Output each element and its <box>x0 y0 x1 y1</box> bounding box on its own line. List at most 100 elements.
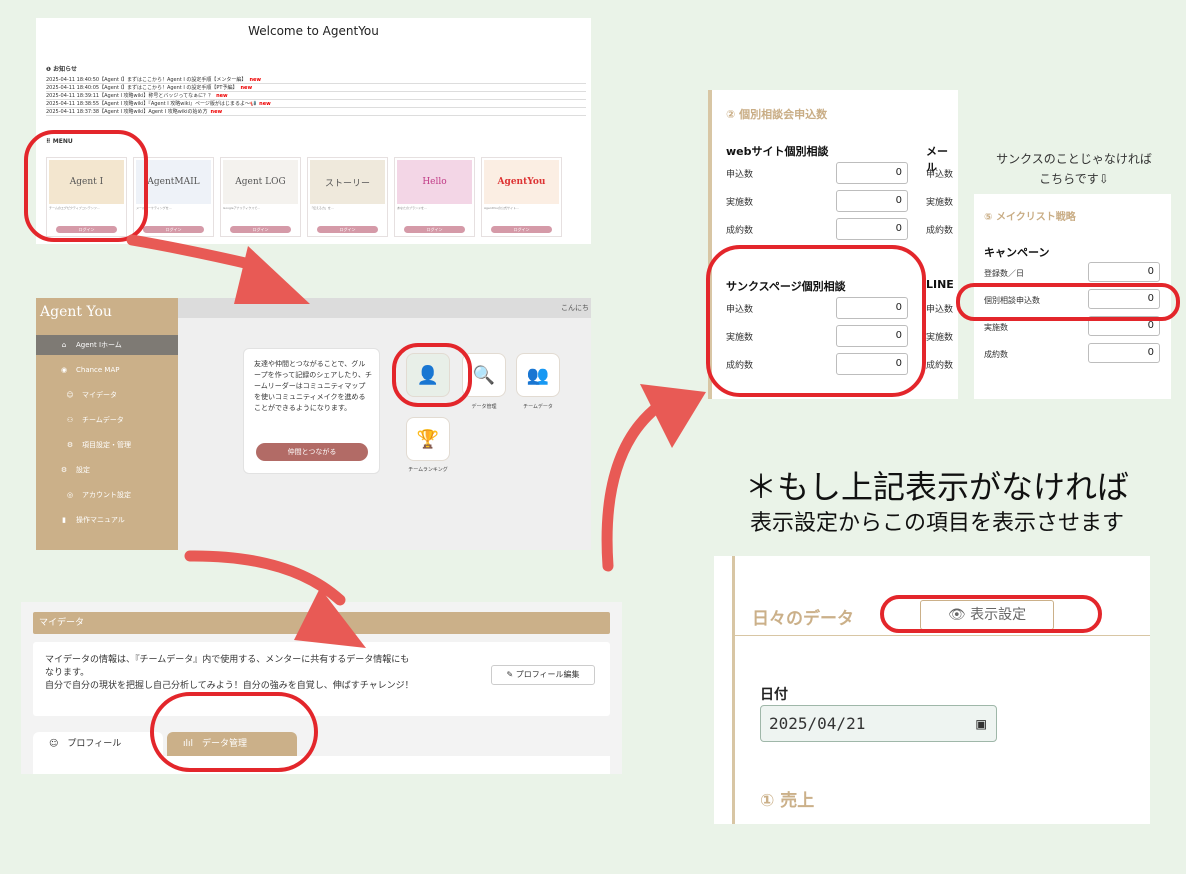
web-apply-input[interactable]: 0 <box>836 162 908 184</box>
menu-card-agentyou[interactable]: AgentYou AgentYouの公式サイト... ログイン <box>481 157 562 237</box>
mydata-info-card: マイデータの情報は、『チームデータ』内で使用する、メンターに共有するデータ情報に… <box>33 642 610 716</box>
web-consult-title: webサイト個別相談 <box>726 145 829 158</box>
mydata-panel: マイデータ マイデータの情報は、『チームデータ』内で使用する、メンターに共有する… <box>21 602 622 774</box>
intro-card: 友達や仲間とつながることで、グループを作って記録のシェアしたり、チームリーダーは… <box>243 348 380 474</box>
login-button[interactable]: ログイン <box>404 226 465 233</box>
app-logo: Agent You <box>40 304 112 320</box>
divider <box>734 635 1150 636</box>
highlight-ring <box>24 130 148 242</box>
top-bar: こんにち <box>178 298 591 318</box>
connect-button[interactable]: 仲間とつながる <box>256 443 368 461</box>
date-label: 日付 <box>760 687 788 703</box>
field-label: 実施数 <box>926 198 954 208</box>
menu-card-hello[interactable]: Hello あなたのブランドを... ログイン <box>394 157 475 237</box>
profile-edit-button[interactable]: ✎ プロフィール編集 <box>491 665 595 685</box>
tab-content <box>33 756 610 774</box>
highlight-ring <box>392 343 472 407</box>
portal-welcome-title: Welcome to AgentYou <box>248 24 379 38</box>
mydata-header: マイデータ <box>33 612 610 634</box>
sidebar-item-settings-manage[interactable]: ⚙ 項目設定・管理 <box>36 435 178 455</box>
card-image: AgentYou <box>484 160 559 204</box>
app-home-panel: Agent You ⌂ Agent Iホーム ◉ Chance MAP ☺ マイデータ… <box>36 298 591 550</box>
smile-icon: ☺ <box>66 391 74 399</box>
gear-icon: ⚙ <box>60 466 68 474</box>
field-label: 成約数 <box>926 361 954 371</box>
map-icon: ◉ <box>60 366 68 374</box>
tile-caption: データ管理 <box>471 404 497 410</box>
registrations-input[interactable]: 0 <box>1088 262 1160 282</box>
team-ranking-tile[interactable]: 🏆 <box>406 417 450 461</box>
highlight-ring <box>706 245 926 397</box>
sidebar-item-settings[interactable]: ⚙ 設定 <box>36 460 178 480</box>
sidebar-item-chance-map[interactable]: ◉ Chance MAP <box>36 360 178 380</box>
card-image: Agent LOG <box>223 160 298 204</box>
field-label: 成約数 <box>726 226 754 236</box>
field-label: 申込数 <box>726 170 754 180</box>
card-image: Hello <box>397 160 472 204</box>
sidebar: Agent You ⌂ Agent Iホーム ◉ Chance MAP ☺ マイデータ… <box>36 298 178 550</box>
field-label: 申込数 <box>926 170 954 180</box>
sidebar-item-account[interactable]: ◎ アカウント設定 <box>36 485 178 505</box>
daily-data-title: 日々のデータ <box>752 609 854 629</box>
line-consult-title: LINE <box>926 278 954 291</box>
web-closed-input[interactable]: 0 <box>836 218 908 240</box>
mydata-description: マイデータの情報は、『チームデータ』内で使用する、メンターに共有するデータ情報に… <box>45 655 414 691</box>
pencil-icon: ✎ <box>506 670 516 679</box>
greeting-text: こんにち <box>561 304 589 312</box>
card-desc: あなたのブランドを... <box>397 206 427 210</box>
book-icon: ▮ <box>62 516 66 524</box>
field-label: 申込数 <box>926 305 954 315</box>
trophy-icon: 🏆 <box>416 428 440 450</box>
section-title: ② 個別相談会申込数 <box>726 108 828 121</box>
account-icon: ◎ <box>66 491 74 499</box>
highlight-ring <box>956 283 1180 321</box>
team-org-icon: 👥 <box>526 364 550 386</box>
gear-icon: ⚙ <box>66 441 74 449</box>
field-label: 実施数 <box>726 198 754 208</box>
login-button[interactable]: ログイン <box>230 226 291 233</box>
notice-item[interactable]: 2025-04-11 18:40:05【Agent I】まずはここから！Agen… <box>46 84 586 92</box>
campaign-title: キャンペーン <box>984 246 1050 259</box>
login-button[interactable]: ログイン <box>317 226 378 233</box>
field-label: 実施数 <box>926 333 954 343</box>
card-desc: AgentYouの公式サイト... <box>484 206 519 210</box>
tab-profile[interactable]: ☺ プロフィール <box>33 732 163 756</box>
tile-caption: チームランキング <box>408 467 448 473</box>
annotation-note: サンクスのことじゃなければ こちらです⇩ <box>996 152 1152 186</box>
notice-item[interactable]: 2025-04-11 18:37:38【Agent I 攻略wiki】Agent… <box>46 108 586 116</box>
card-desc: Googleアナリティクスで... <box>223 206 261 210</box>
login-button[interactable]: ログイン <box>491 226 552 233</box>
sidebar-item-teamdata[interactable]: ⚇ チームデータ <box>36 410 178 430</box>
field-label: 実施数 <box>984 323 1008 332</box>
notice-heading: ❶ お知らせ <box>46 66 78 73</box>
notice-item[interactable]: 2025-04-11 18:40:50【Agent I】まずはここから！Agen… <box>46 76 586 84</box>
web-done-input[interactable]: 0 <box>836 190 908 212</box>
notice-item[interactable]: 2025-04-11 18:38:55【Agent I 攻略wiki】『Agen… <box>46 100 586 108</box>
chart-search-icon: 🔍 <box>472 364 496 386</box>
login-button[interactable]: ログイン <box>143 226 204 233</box>
card-desc: 「伝える力」を... <box>310 206 334 210</box>
callout-text: ＊もし上記表示がなければ 表示設定からこの項目を表示させます <box>744 468 1129 536</box>
sales-section-title: ① 売上 <box>760 791 815 811</box>
highlight-ring <box>880 595 1102 633</box>
intro-text: 友達や仲間とつながることで、グループを作って記録のシェアしたり、チームリーダーは… <box>254 360 372 412</box>
sidebar-item-home[interactable]: ⌂ Agent Iホーム <box>36 335 178 355</box>
team-data-tile[interactable]: 👥 <box>516 353 560 397</box>
home-icon: ⌂ <box>61 341 67 349</box>
card-image: ストーリー <box>310 160 385 204</box>
closed-input[interactable]: 0 <box>1088 343 1160 363</box>
calendar-icon[interactable]: ▣ <box>976 706 986 741</box>
face-icon: ☺ <box>49 739 68 749</box>
menu-card-story[interactable]: ストーリー 「伝える力」を... ログイン <box>307 157 388 237</box>
field-label: 登録数／日 <box>984 269 1024 278</box>
date-input[interactable]: 2025/04/21 ▣ <box>760 705 997 742</box>
section-title: ⑤ メイクリスト戦略 <box>984 212 1076 223</box>
sidebar-item-mydata[interactable]: ☺ マイデータ <box>36 385 178 405</box>
sidebar-item-manual[interactable]: ▮ 操作マニュアル <box>36 510 178 530</box>
highlight-ring <box>150 692 318 772</box>
field-label: 成約数 <box>984 350 1008 359</box>
field-label: 成約数 <box>926 226 954 236</box>
notice-item[interactable]: 2025-04-11 18:39:11【Agent I 攻略wiki】称号とバッ… <box>46 92 586 100</box>
section-rule <box>732 556 735 824</box>
menu-card-agentlog[interactable]: Agent LOG Googleアナリティクスで... ログイン <box>220 157 301 237</box>
